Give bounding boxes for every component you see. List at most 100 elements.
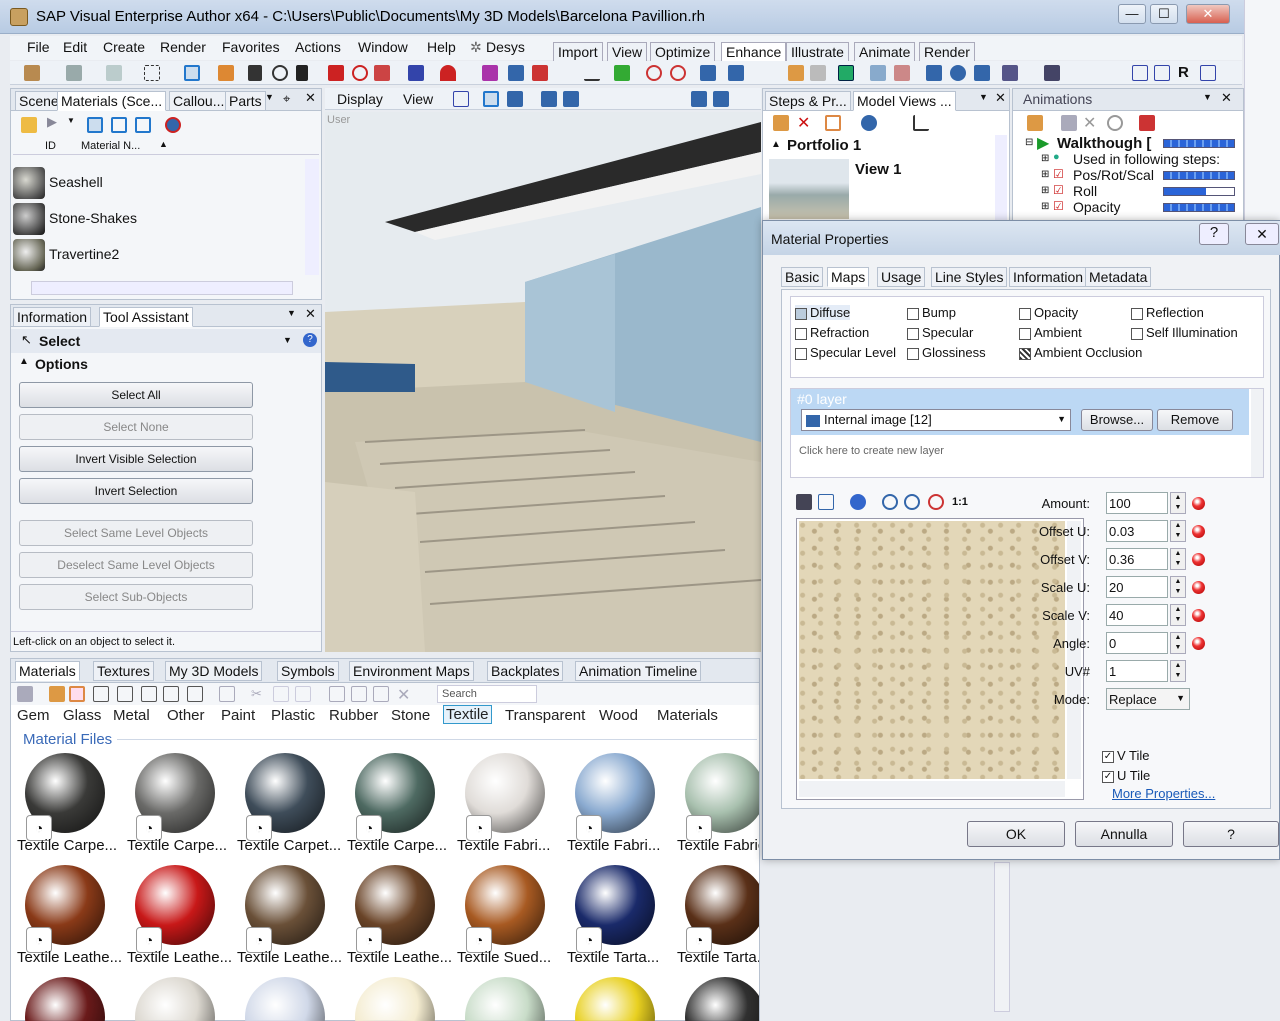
chevron-down-icon[interactable]: ▼ xyxy=(283,335,292,345)
deselect-same-level-button[interactable]: Deselect Same Level Objects xyxy=(19,552,253,578)
material-label[interactable]: Textile Tarta... xyxy=(677,949,759,966)
pivot-icon[interactable] xyxy=(408,65,424,81)
zoom-fit-icon[interactable] xyxy=(928,494,944,510)
view-mode-1-icon[interactable] xyxy=(87,117,103,133)
checkbox-icon[interactable]: ☑ xyxy=(1053,199,1064,213)
remove-button[interactable]: Remove xyxy=(1157,409,1233,431)
pin-icon[interactable]: ⌖ xyxy=(283,91,290,107)
panel-menu-icon[interactable]: ▼ xyxy=(287,308,296,318)
play-icon[interactable]: ▶ xyxy=(1037,133,1049,153)
invert-visible-selection-button[interactable]: Invert Visible Selection xyxy=(19,446,253,472)
list-item[interactable]: Travertine2 xyxy=(13,237,303,271)
dialog-close-button[interactable]: ✕ xyxy=(1245,223,1279,245)
component-icon[interactable] xyxy=(614,65,630,81)
menu-file[interactable]: File xyxy=(27,39,50,55)
globe-icon[interactable] xyxy=(950,65,966,81)
animate-key-icon[interactable] xyxy=(1192,637,1205,650)
panel-close-icon[interactable]: ✕ xyxy=(305,306,316,322)
zoom-1-1[interactable]: 1:1 xyxy=(952,496,968,508)
menu-help[interactable]: Help xyxy=(427,39,456,55)
thumbnails-icon[interactable] xyxy=(219,686,235,702)
fit-icon[interactable] xyxy=(1200,65,1216,81)
ribbon-tab-optimize[interactable]: Optimize xyxy=(650,42,716,62)
menu-actions[interactable]: Actions xyxy=(295,39,341,55)
tab-metadata[interactable]: Metadata xyxy=(1085,267,1152,287)
material-label[interactable]: Textile Fabri... xyxy=(567,837,660,854)
category-metal[interactable]: Metal xyxy=(113,707,150,724)
map-reflection[interactable]: Reflection xyxy=(1131,305,1204,320)
grid-icon[interactable] xyxy=(1132,65,1148,81)
fly-icon[interactable] xyxy=(563,91,579,107)
new-animation-icon[interactable] xyxy=(1027,115,1043,131)
tab-environment-maps[interactable]: Environment Maps xyxy=(349,661,474,681)
checkbox-icon[interactable]: ☑ xyxy=(1053,167,1064,181)
paste-icon[interactable] xyxy=(295,686,311,702)
col-id[interactable]: ID xyxy=(45,140,56,152)
select-all-button[interactable]: Select All xyxy=(19,382,253,408)
category-materials[interactable]: Materials xyxy=(657,707,718,724)
material-swatch[interactable] xyxy=(25,977,105,1021)
ribbon-tab-render[interactable]: Render xyxy=(919,42,975,62)
tab-animation-timeline[interactable]: Animation Timeline xyxy=(575,661,702,681)
vertical-scrollbar[interactable] xyxy=(1251,389,1263,477)
ok-button[interactable]: OK xyxy=(967,821,1065,847)
zoom-icon[interactable] xyxy=(646,65,662,81)
vertical-scrollbar[interactable] xyxy=(995,135,1007,227)
animate-key-icon[interactable] xyxy=(1192,581,1205,594)
view-large-icon[interactable] xyxy=(69,686,85,702)
material-label[interactable]: Textile Leathe... xyxy=(237,949,342,966)
material-label[interactable]: Textile Leathe... xyxy=(347,949,452,966)
browse-button[interactable]: Browse... xyxy=(1081,409,1153,431)
material-swatch[interactable] xyxy=(355,977,435,1021)
dropdown-icon[interactable]: ▼ xyxy=(67,116,75,125)
ribbon-tab-enhance[interactable]: Enhance xyxy=(721,42,787,62)
material-swatch[interactable] xyxy=(465,977,545,1021)
tab-model-views[interactable]: Model Views ... xyxy=(853,91,956,111)
animate-key-icon[interactable] xyxy=(1192,497,1205,510)
tab-backplates[interactable]: Backplates xyxy=(487,661,564,681)
line-icon[interactable] xyxy=(584,65,600,81)
menu-desys[interactable]: Desys xyxy=(486,39,525,55)
checkbox-icon[interactable]: ☑ xyxy=(1053,183,1064,197)
tab-symbols[interactable]: Symbols xyxy=(277,661,339,681)
tab-textures[interactable]: Textures xyxy=(93,661,154,681)
v-tile-checkbox[interactable]: ✓ V Tile xyxy=(1102,748,1150,763)
anim-timeline-bar[interactable] xyxy=(1163,187,1235,196)
tab-information[interactable]: Information xyxy=(13,307,92,327)
view-tiles-icon[interactable] xyxy=(187,686,203,702)
nodes-icon[interactable] xyxy=(974,65,990,81)
menu-window[interactable]: Window xyxy=(358,39,408,55)
tab-callouts[interactable]: Callou... xyxy=(169,91,229,111)
col-material-name[interactable]: Material N... xyxy=(81,140,140,152)
ribbon-tab-import[interactable]: Import xyxy=(553,42,603,62)
view-mode-3-icon[interactable] xyxy=(135,117,151,133)
help-icon[interactable]: ? xyxy=(303,333,317,347)
material-label[interactable]: Textile Carpe... xyxy=(347,837,447,854)
delete-icon[interactable]: ✕ xyxy=(797,113,810,133)
delete-icon[interactable]: ✕ xyxy=(1083,113,1096,133)
play-icon[interactable]: ▶ xyxy=(47,114,57,130)
map-self-illumination[interactable]: Self Illumination xyxy=(1131,325,1238,340)
material-label[interactable]: Textile Carpe... xyxy=(127,837,227,854)
view-title[interactable]: View 1 xyxy=(855,161,901,178)
menu-edit[interactable]: Edit xyxy=(63,39,87,55)
map-diffuse[interactable]: Diffuse xyxy=(795,305,851,320)
maximize-button[interactable]: ☐ xyxy=(1150,4,1178,24)
u-tile-checkbox[interactable]: ✓ U Tile xyxy=(1102,768,1150,783)
new-step-icon[interactable] xyxy=(773,115,789,131)
info-icon[interactable] xyxy=(850,494,866,510)
category-other[interactable]: Other xyxy=(167,707,205,724)
material-label[interactable]: Textile Fabri... xyxy=(457,837,550,854)
record-icon[interactable] xyxy=(1139,115,1155,131)
map-ambient[interactable]: Ambient xyxy=(1019,325,1082,340)
more-properties-link[interactable]: More Properties... xyxy=(1112,786,1215,801)
animate-key-icon[interactable] xyxy=(1192,525,1205,538)
material-label[interactable]: Textile Tarta... xyxy=(567,949,659,966)
screenshot-icon[interactable] xyxy=(870,65,886,81)
import-icon[interactable] xyxy=(329,686,345,702)
portfolio-title[interactable]: Portfolio 1 xyxy=(787,137,861,154)
material-swatch[interactable] xyxy=(575,977,655,1021)
delete-icon[interactable]: ✕ xyxy=(397,685,410,705)
cube-icon[interactable] xyxy=(700,65,716,81)
vertical-scrollbar[interactable] xyxy=(994,862,1010,1012)
